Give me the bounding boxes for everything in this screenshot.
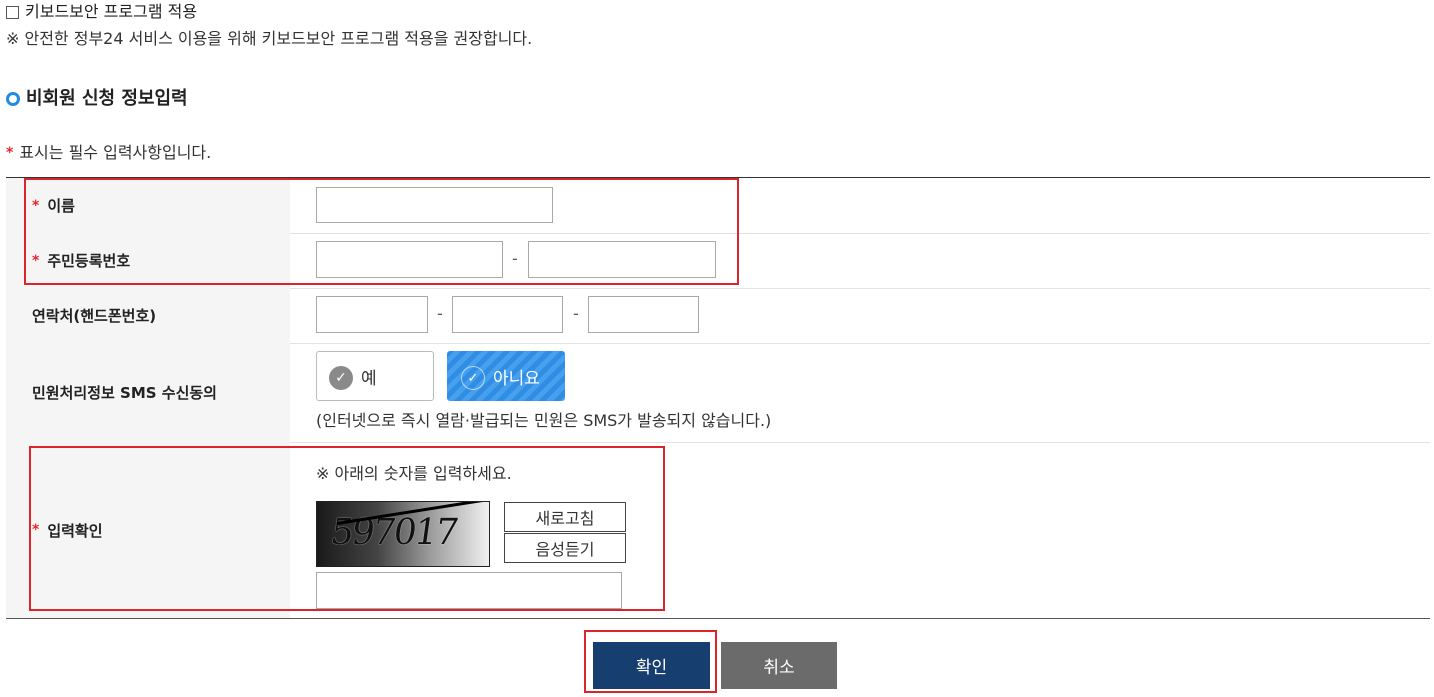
required-note: * 표시는 필수 입력사항입니다. <box>6 141 211 165</box>
check-icon: ✓ <box>329 366 353 390</box>
phone-separator-2: - <box>573 304 579 323</box>
phone-part1-input[interactable] <box>316 296 428 333</box>
check-icon: ✓ <box>461 366 485 390</box>
sms-consent-row: 민원처리정보 SMS 수신동의 ✓ 예 ✓ 아니요 (인터넷으로 즉시 열람·발… <box>6 343 1430 443</box>
phone-label-cell: 연락처(핸드폰번호) <box>6 288 290 343</box>
required-star-icon: * <box>6 145 14 161</box>
section-title: 비회원 신청 정보입력 <box>6 86 188 112</box>
sms-label-cell: 민원처리정보 SMS 수신동의 <box>6 343 290 442</box>
phone-row: 연락처(핸드폰번호) - - <box>6 288 1430 344</box>
keyboard-security-row: 키보드보안 프로그램 적용 <box>6 0 197 24</box>
keyboard-security-label[interactable]: 키보드보안 프로그램 적용 <box>25 0 197 24</box>
highlight-box-identity <box>24 178 739 285</box>
sms-yes-label: 예 <box>361 368 377 389</box>
phone-separator-1: - <box>437 304 443 323</box>
cancel-button[interactable]: 취소 <box>721 642 837 689</box>
phone-part2-input[interactable] <box>452 296 563 333</box>
section-title-text: 비회원 신청 정보입력 <box>26 88 188 109</box>
keyboard-security-checkbox[interactable] <box>6 5 19 19</box>
phone-label: 연락처(핸드폰번호) <box>32 307 157 325</box>
sms-no-button[interactable]: ✓ 아니요 <box>447 351 565 401</box>
confirm-button[interactable]: 확인 <box>593 642 710 689</box>
sms-no-label: 아니요 <box>493 368 540 389</box>
phone-part3-input[interactable] <box>588 296 699 333</box>
required-note-text: 표시는 필수 입력사항입니다. <box>19 143 212 162</box>
sms-note: (인터넷으로 즉시 열람·발급되는 민원은 SMS가 발송되지 않습니다.) <box>316 411 772 430</box>
keyboard-security-note: ※ 안전한 정부24 서비스 이용을 위해 키보드보안 프로그램 적용을 권장합… <box>6 29 533 48</box>
sms-yes-button[interactable]: ✓ 예 <box>316 351 434 401</box>
sms-label: 민원처리정보 SMS 수신동의 <box>32 384 217 402</box>
circle-bullet-icon <box>6 92 20 106</box>
highlight-box-captcha <box>29 446 665 611</box>
